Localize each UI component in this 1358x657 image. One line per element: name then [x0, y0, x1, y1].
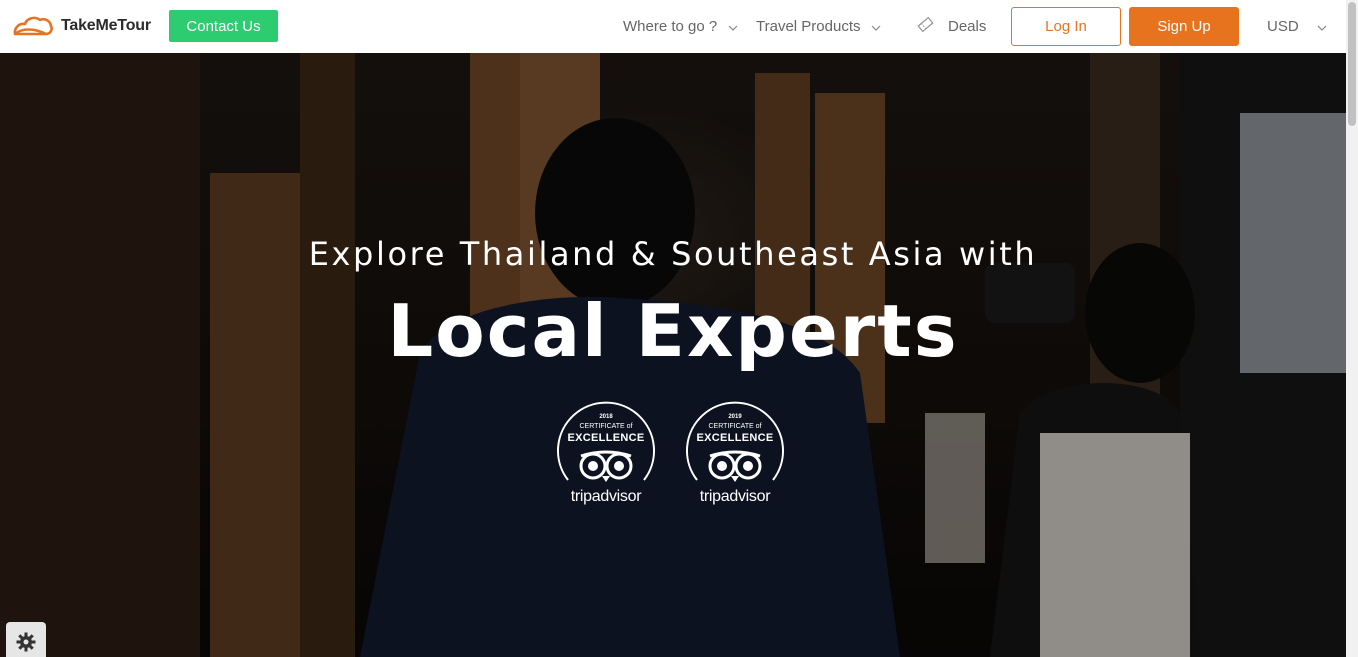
gear-icon: [16, 632, 36, 652]
nav-deals-label: Deals: [948, 18, 987, 35]
brand-logo[interactable]: TakeMeTour: [12, 14, 151, 38]
page-scrollbar[interactable]: [1346, 0, 1358, 657]
badge-year: 2018: [599, 414, 613, 420]
badge-year: 2019: [728, 414, 742, 420]
chevron-down-icon: [1317, 18, 1327, 35]
owl-eyes-icon: [579, 450, 633, 482]
nav-where-label: Where to go ?: [623, 18, 718, 35]
badge-excellence-label: EXCELLENCE: [696, 432, 774, 444]
nav-travel-products[interactable]: Travel Products: [756, 0, 881, 53]
badge-cert-label: CERTIFICATE of: [708, 423, 762, 430]
tripadvisor-badge-2018: 2018 CERTIFICATE of EXCELLENCE tripadvis…: [553, 400, 659, 510]
tripadvisor-badge-2019: 2019 CERTIFICATE of EXCELLENCE tripadvis…: [682, 400, 788, 510]
settings-button[interactable]: [6, 622, 46, 657]
chevron-down-icon: [871, 18, 881, 35]
currency-label: USD: [1267, 18, 1299, 35]
badge-cert-label: CERTIFICATE of: [579, 423, 633, 430]
badge-brand: tripadvisor: [699, 488, 771, 505]
owl-eyes-icon: [708, 450, 762, 482]
hero-subtitle: Explore Thailand & Southeast Asia with: [308, 235, 1038, 273]
nav-products-label: Travel Products: [756, 18, 861, 35]
chevron-down-icon: [728, 18, 738, 35]
currency-selector[interactable]: USD: [1267, 0, 1327, 53]
login-button[interactable]: Log In: [1011, 7, 1121, 46]
hero-title: Local Experts: [387, 289, 959, 373]
hero-section: Explore Thailand & Southeast Asia with L…: [0, 53, 1346, 657]
signup-button[interactable]: Sign Up: [1129, 7, 1239, 46]
nav-where-to-go[interactable]: Where to go ?: [623, 0, 738, 53]
badge-excellence-label: EXCELLENCE: [567, 432, 645, 444]
brand-name: TakeMeTour: [61, 17, 151, 34]
ticket-icon: [917, 16, 934, 37]
site-header: TakeMeTour Contact Us Where to go ? Trav…: [0, 0, 1346, 53]
badge-brand: tripadvisor: [570, 488, 642, 505]
nav-deals[interactable]: Deals: [917, 0, 986, 53]
contact-us-button[interactable]: Contact Us: [169, 10, 278, 42]
scrollbar-thumb[interactable]: [1348, 2, 1356, 126]
logo-cloud-icon: [13, 16, 53, 36]
